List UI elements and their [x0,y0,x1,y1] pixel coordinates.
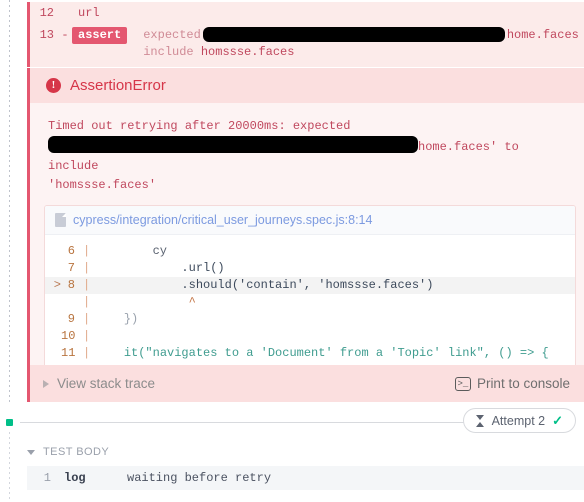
code-frame-file-path[interactable]: cypress/integration/critical_user_journe… [73,213,372,227]
view-stack-trace-label: View stack trace [57,376,156,391]
code-gutter-pipe: | [83,261,91,275]
attempt-label: Attempt 2 [491,413,546,428]
code-line-marker [45,311,61,328]
code-line-marker [45,243,61,260]
code-line-number: 9 [67,312,75,326]
code-line-marker [45,260,61,277]
test-body-row-number: 1 [43,471,51,485]
error-footer: View stack trace >_ Print to console [27,365,584,402]
error-circle-icon: ! [46,78,61,93]
code-line-text: ^ [188,295,196,309]
check-icon: ✓ [552,412,563,428]
code-line-number: 7 [67,261,75,275]
test-body-row-command: log [64,471,86,485]
code-line-marker [45,294,61,311]
error-message-line1: Timed out retrying after 20000ms: expect… [48,119,351,133]
code-frame-file[interactable]: cypress/integration/critical_user_journe… [45,206,575,235]
code-line-number [61,294,83,311]
code-line-text: cy [152,244,168,258]
command-log-row[interactable]: 12 url [30,2,584,24]
code-line: 7 | .url() [45,260,575,277]
code-gutter-pipe: | [83,278,91,292]
redaction-bar [48,136,418,153]
code-line-text: it("navigates to a 'Document' from a 'To… [123,346,549,360]
code-line-marker [45,328,61,345]
code-line-number: 10 [61,329,76,343]
assertion-error-panel: ! AssertionError Timed out retrying afte… [27,68,584,382]
redaction-bar [202,27,505,43]
command-number: 12 [39,6,54,20]
view-stack-trace-button[interactable]: View stack trace [43,376,155,391]
error-title: AssertionError [70,77,166,94]
command-message-value2: homssse.faces [200,45,295,59]
code-line: 9 | }) [45,311,575,328]
code-line-highlighted: > 8 | .should('contain', 'homssse.faces'… [45,277,575,294]
command-message: expected home.faces to include homssse.fac… [127,27,584,61]
code-frame: cypress/integration/critical_user_journe… [44,205,576,372]
attempt-badge[interactable]: Attempt 2 ✓ [462,408,576,433]
code-line: 11 | it("navigates to a 'Document' from … [45,345,575,362]
command-message-tail: home.faces to [506,28,579,42]
command-log-row[interactable]: 13 - assert expected home.faces to include… [30,24,584,67]
command-dash: - [61,28,69,42]
assert-badge: assert [72,27,128,44]
error-message: Timed out retrying after 20000ms: expect… [30,103,584,199]
error-header: ! AssertionError [30,68,584,103]
console-icon: >_ [454,376,471,391]
command-number: 13 [39,28,54,42]
code-line-caret: | ^ [45,294,575,311]
test-body-row-message: waiting before retry [127,471,272,485]
code-line: 6 | cy [45,243,575,260]
print-to-console-button[interactable]: >_ Print to console [454,376,570,391]
code-gutter-pipe: | [83,312,91,326]
code-gutter-pipe: | [83,295,91,309]
code-frame-lines: 6 | cy 7 | .url() > 8 | .should('contain… [45,235,575,371]
code-line-number: 8 [67,278,75,292]
command-message-label2: include [143,45,194,59]
failed-command-log: 12 url 13 - assert expected home.faces to… [27,2,584,67]
print-to-console-label: Print to console [476,376,570,391]
code-line-text: .url() [181,261,225,275]
code-line: 10 | [45,328,575,345]
error-message-line3: 'homssse.faces' [48,178,157,192]
code-line-marker [45,345,61,362]
command-name: url [78,6,100,20]
code-line-text: .should('contain', 'homssse.faces') [181,278,434,292]
command-message-prefix: expected [143,28,201,42]
test-body-rail [9,432,10,502]
code-gutter-pipe: | [83,329,91,343]
code-gutter-pipe: | [83,346,91,360]
attempt-status-dot [6,419,13,426]
chevron-right-icon [43,379,49,388]
command-log-rail [9,0,10,405]
chevron-down-icon [27,449,35,455]
attempt-divider-line [20,422,475,423]
file-icon [55,213,66,227]
test-body-label: TEST BODY [43,446,110,458]
test-body-toggle[interactable]: TEST BODY [27,446,109,458]
code-line-text: }) [123,312,139,326]
code-gutter-pipe: | [83,244,91,258]
test-body-row[interactable]: 1 log waiting before retry [27,466,584,490]
code-line-marker: > [53,278,61,292]
hourglass-icon [475,414,485,427]
code-line-number: 6 [67,244,75,258]
code-line-number: 11 [61,346,76,360]
